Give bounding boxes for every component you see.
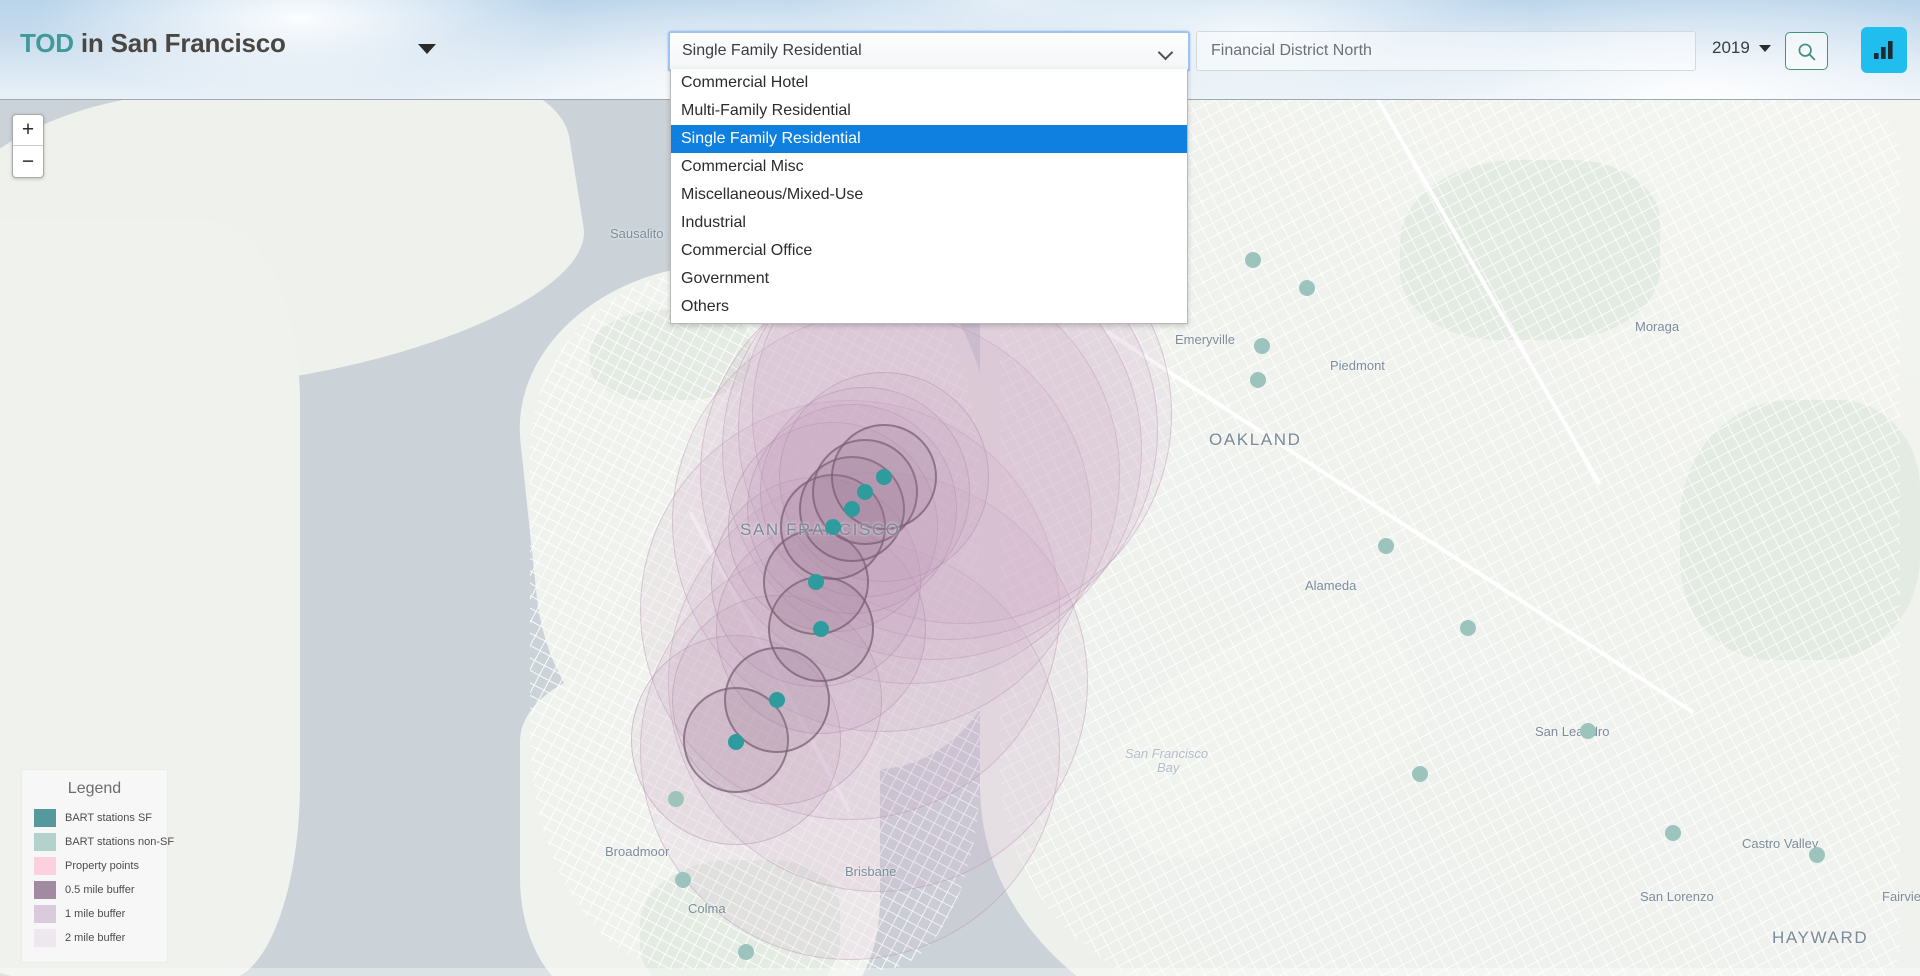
year-value: 2019 [1712, 38, 1750, 57]
dropdown-option[interactable]: Others [671, 293, 1187, 321]
zoom-in-button[interactable]: + [13, 115, 43, 146]
property-type-select-value: Single Family Residential [682, 42, 862, 59]
bart-station-non-sf[interactable] [1809, 847, 1825, 863]
chevron-down-icon [1159, 47, 1173, 56]
bart-station-non-sf[interactable] [1412, 766, 1428, 782]
map-legend: Legend BART stations SF BART stations non… [22, 770, 174, 962]
legend-item: 1 mile buffer [22, 902, 167, 926]
bart-station-non-sf[interactable] [738, 944, 754, 960]
map-green-area [1400, 160, 1660, 340]
bart-station-non-sf[interactable] [1665, 825, 1681, 841]
caret-down-icon[interactable] [418, 44, 436, 54]
legend-swatch [34, 929, 56, 947]
year-select[interactable]: 2019 [1712, 38, 1771, 58]
bart-station-non-sf[interactable] [1254, 338, 1270, 354]
bart-station-non-sf[interactable] [1378, 538, 1394, 554]
dropdown-option[interactable]: Multi-Family Residential [671, 97, 1187, 125]
search-button[interactable] [1785, 32, 1828, 70]
bart-station-sf[interactable] [769, 692, 785, 708]
bart-station-non-sf[interactable] [675, 872, 691, 888]
legend-item-label: BART stations non-SF [65, 836, 175, 848]
app-header: TOD in San Francisco Single Family Resid… [0, 0, 1920, 324]
property-type-dropdown-list[interactable]: Commercial Hotel Multi-Family Residential… [670, 69, 1188, 324]
bart-station-sf[interactable] [844, 501, 860, 517]
legend-swatch [34, 881, 56, 899]
bart-station-sf[interactable] [825, 519, 841, 535]
map-zoom-controls[interactable]: + − [12, 114, 44, 178]
district-search-input[interactable] [1196, 31, 1696, 71]
legend-item-label: 0.5 mile buffer [65, 884, 135, 896]
legend-item: 0.5 mile buffer [22, 878, 167, 902]
dropdown-option[interactable]: Commercial Office [671, 237, 1187, 265]
caret-down-icon [1758, 44, 1771, 52]
legend-rows: BART stations SF BART stations non-SF Prop… [22, 806, 174, 950]
bart-station-non-sf[interactable] [1250, 372, 1266, 388]
page-title-accent: TOD [20, 28, 74, 58]
legend-swatch [34, 857, 56, 875]
bart-station-sf[interactable] [808, 574, 824, 590]
legend-item: 2 mile buffer [22, 926, 167, 950]
page-title: TOD in San Francisco [20, 28, 286, 59]
legend-swatch [34, 833, 56, 851]
bart-station-sf[interactable] [876, 469, 892, 485]
property-type-select[interactable]: Single Family Residential [668, 31, 1190, 71]
map-place-label: Sausalito [610, 226, 664, 241]
map-attribution-bar [0, 968, 1920, 976]
bart-station-non-sf[interactable] [1460, 620, 1476, 636]
zoom-out-button[interactable]: − [13, 146, 43, 177]
dropdown-option[interactable]: Commercial Misc [671, 153, 1187, 181]
bart-station-sf[interactable] [728, 734, 744, 750]
chart-toggle-button[interactable] [1861, 27, 1907, 73]
search-icon [1798, 43, 1816, 60]
legend-title: Legend [67, 780, 122, 797]
bart-station-non-sf[interactable] [668, 791, 684, 807]
bart-station-non-sf[interactable] [1580, 723, 1596, 739]
map-green-area [640, 860, 840, 976]
dropdown-option[interactable]: Government [671, 265, 1187, 293]
legend-swatch [34, 809, 56, 827]
bart-station-non-sf[interactable] [1245, 252, 1261, 268]
legend-swatch [34, 905, 56, 923]
dropdown-option[interactable]: Single Family Residential [671, 125, 1187, 153]
legend-item-label: 2 mile buffer [65, 932, 126, 944]
legend-item-label: BART stations SF [65, 812, 153, 824]
bart-station-sf[interactable] [813, 621, 829, 637]
legend-item: Property points [22, 854, 167, 878]
legend-item: BART stations SF [22, 806, 167, 830]
legend-item-label: 1 mile buffer [65, 908, 126, 920]
bar-chart-icon [1874, 41, 1893, 59]
bart-station-non-sf[interactable] [1299, 280, 1315, 296]
dropdown-option[interactable]: Industrial [671, 209, 1187, 237]
page-title-rest: in San Francisco [73, 28, 286, 58]
dropdown-option[interactable]: Commercial Hotel [671, 69, 1187, 97]
legend-item-label: Property points [65, 860, 139, 872]
dropdown-option[interactable]: Miscellaneous/Mixed-Use [671, 181, 1187, 209]
tod-map-application: Sausalito SAN FRANCISCO Moraga Piedmont Emer… [0, 0, 1920, 976]
legend-item: BART stations non-SF [22, 830, 174, 854]
map-green-area [1680, 400, 1920, 660]
bart-station-sf[interactable] [857, 484, 873, 500]
